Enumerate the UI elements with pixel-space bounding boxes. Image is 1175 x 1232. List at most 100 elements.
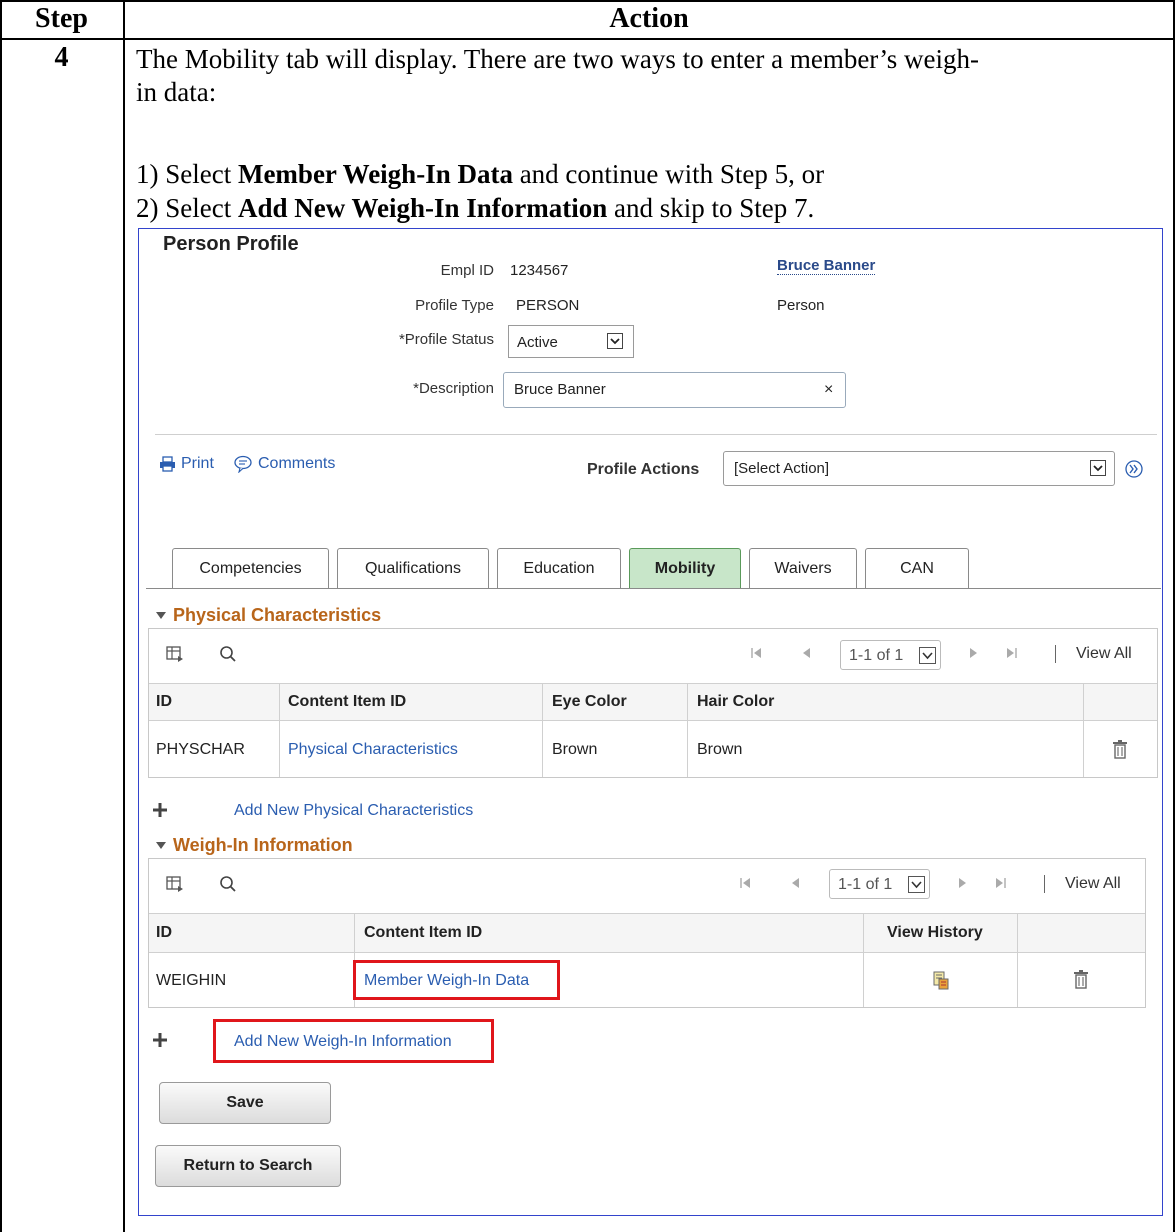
table-header-divider — [0, 38, 1175, 40]
divider — [155, 434, 1157, 435]
print-label: Print — [181, 455, 214, 472]
header-step: Step — [35, 3, 88, 34]
column-header: Hair Color — [697, 693, 775, 710]
instruction-option-2: 2) Select Add New Weigh-In Information a… — [136, 193, 814, 224]
physical-pager[interactable]: 1-1 of 1 — [840, 640, 941, 670]
search-icon[interactable] — [219, 645, 237, 663]
col-divider — [1083, 683, 1084, 777]
go-icon[interactable] — [1124, 459, 1144, 479]
highlight-box — [213, 1019, 494, 1063]
weighin-pager-text: 1-1 of 1 — [838, 876, 893, 893]
collapse-triangle-icon — [156, 842, 166, 849]
first-page-icon[interactable] — [750, 646, 764, 660]
physical-row-content-link[interactable]: Physical Characteristics — [288, 741, 458, 759]
physical-row-hair: Brown — [697, 741, 743, 758]
column-header: ID — [156, 693, 172, 710]
clear-icon[interactable]: × — [824, 381, 833, 399]
header-action: Action — [609, 3, 689, 34]
column-header: Eye Color — [552, 693, 627, 710]
description-value: Bruce Banner — [514, 381, 606, 398]
column-header: Content Item ID — [288, 693, 407, 710]
previous-page-icon[interactable] — [789, 876, 803, 890]
profile-status-select[interactable]: Active — [508, 325, 634, 358]
add-physical-link[interactable]: Add New Physical Characteristics — [234, 802, 473, 820]
profile-type-value: PERSON — [516, 297, 580, 314]
table-border-left — [0, 0, 2, 1232]
instruction-line-2: in data: — [136, 77, 217, 107]
profile-actions-label: Profile Actions — [587, 461, 700, 478]
tab-can[interactable]: CAN — [865, 548, 969, 588]
option-2-bold: Add New Weigh-In Information — [237, 193, 608, 223]
col-divider — [1017, 913, 1018, 1007]
pager-separator — [1055, 645, 1056, 663]
save-button[interactable]: Save — [159, 1082, 331, 1124]
weighin-section-title: Weigh-In Information — [173, 835, 353, 855]
weighin-table-header — [149, 913, 1145, 953]
profile-actions-select[interactable]: [Select Action] — [723, 451, 1115, 486]
option-2-suffix: and skip to Step 7. — [607, 193, 815, 223]
add-icon[interactable] — [152, 802, 168, 818]
trash-icon[interactable] — [1112, 739, 1128, 759]
printer-icon — [160, 456, 175, 472]
option-2-prefix: 2) Select — [136, 193, 238, 223]
table-border-top — [0, 0, 1175, 2]
next-page-icon[interactable] — [966, 646, 980, 660]
comments-label: Comments — [258, 455, 336, 472]
tab-qualifications[interactable]: Qualifications — [337, 548, 489, 588]
physical-row-id: PHYSCHAR — [156, 741, 245, 758]
next-page-icon[interactable] — [955, 876, 969, 890]
previous-page-icon[interactable] — [800, 646, 814, 660]
tab-waivers[interactable]: Waivers — [749, 548, 857, 588]
personalize-grid-icon[interactable] — [166, 875, 184, 893]
physical-section-title: Physical Characteristics — [173, 605, 382, 625]
step-number: 4 — [54, 42, 69, 73]
tab-education[interactable]: Education — [497, 548, 621, 588]
profile-status-label: *Profile Status — [398, 331, 494, 348]
col-divider — [863, 913, 864, 1007]
weighin-pager[interactable]: 1-1 of 1 — [829, 869, 930, 899]
col-divider — [279, 683, 280, 777]
tab-mobility[interactable]: Mobility — [629, 548, 741, 588]
trash-icon[interactable] — [1073, 969, 1089, 989]
chevron-down-icon — [919, 647, 936, 664]
weighin-view-all[interactable]: View All — [1065, 875, 1121, 893]
physical-view-all[interactable]: View All — [1076, 645, 1132, 663]
last-page-icon[interactable] — [1004, 646, 1018, 660]
highlight-box — [353, 960, 560, 1000]
empl-id-label: Empl ID — [440, 262, 494, 279]
column-header: Content Item ID — [364, 924, 483, 941]
pager-separator — [1044, 875, 1045, 893]
return-to-search-button[interactable]: Return to Search — [155, 1145, 341, 1187]
description-input[interactable]: Bruce Banner × — [503, 372, 846, 408]
person-name-link[interactable]: Bruce Banner — [777, 257, 876, 275]
option-1-suffix: and continue with Step 5, or — [512, 159, 825, 189]
physical-row-eye: Brown — [552, 741, 598, 758]
add-icon[interactable] — [152, 1032, 168, 1048]
option-1-bold: Member Weigh-In Data — [237, 159, 513, 189]
view-history-icon[interactable] — [933, 970, 949, 990]
search-icon[interactable] — [219, 875, 237, 893]
col-divider — [542, 683, 543, 777]
option-1-prefix: 1) Select — [136, 159, 238, 189]
chevron-down-icon — [908, 876, 925, 893]
profile-status-value: Active — [517, 334, 558, 351]
collapse-triangle-icon — [156, 612, 166, 619]
description-label: *Description — [413, 380, 494, 397]
profile-actions-value: [Select Action] — [734, 460, 830, 477]
instruction-option-1: 1) Select Member Weigh-In Data and conti… — [136, 159, 824, 190]
table-column-divider — [123, 0, 125, 1232]
column-header: View History — [887, 924, 983, 941]
physical-pager-text: 1-1 of 1 — [849, 647, 904, 664]
column-header: ID — [156, 924, 172, 941]
col-divider — [687, 683, 688, 777]
profile-type-desc: Person — [777, 297, 825, 314]
first-page-icon[interactable] — [739, 876, 753, 890]
chevron-down-icon — [607, 333, 623, 349]
comment-icon — [234, 455, 252, 473]
chevron-down-icon — [1090, 460, 1106, 476]
weighin-row-id: WEIGHIN — [156, 972, 227, 989]
instruction-line-1: The Mobility tab will display. There are… — [136, 44, 980, 74]
tab-competencies[interactable]: Competencies — [172, 548, 329, 588]
last-page-icon[interactable] — [993, 876, 1007, 890]
personalize-grid-icon[interactable] — [166, 645, 184, 663]
